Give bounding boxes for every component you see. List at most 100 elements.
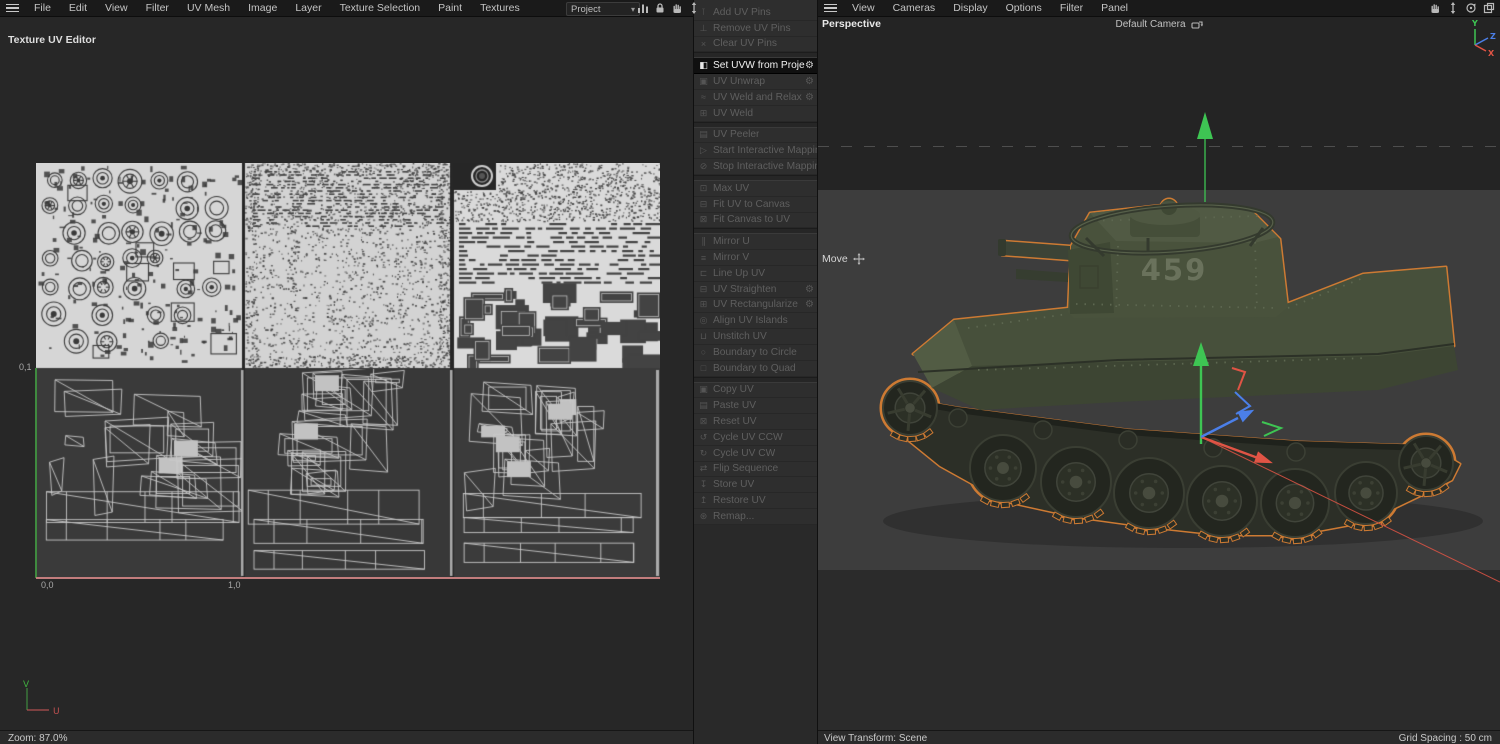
perspective-viewport[interactable]: 459 — [818, 16, 1500, 730]
command-fit-canvas-to-uv[interactable]: ⊠Fit Canvas to UV — [694, 213, 817, 229]
command-copy-uv[interactable]: ▣Copy UV — [694, 383, 817, 399]
menu-item-uv-mesh[interactable]: UV Mesh — [178, 0, 239, 16]
command-label: Clear UV Pins — [713, 38, 777, 49]
weld-icon: ⊞ — [697, 108, 710, 119]
command-max-uv[interactable]: ⊡Max UV — [694, 181, 817, 197]
command-fit-uv-to-canvas[interactable]: ⊟Fit UV to Canvas — [694, 197, 817, 213]
axis-z-label: Z — [1490, 32, 1496, 41]
dolly-icon[interactable] — [686, 1, 701, 14]
horizon-dashed-line — [818, 146, 1500, 147]
axis-y-label: Y — [1471, 19, 1478, 28]
menu-item-view[interactable]: View — [96, 0, 137, 16]
command-add-uv-pins[interactable]: ⊺Add UV Pins — [694, 5, 817, 21]
uv-u-axis-line — [36, 577, 660, 579]
menu-item-panel[interactable]: Panel — [1092, 0, 1137, 16]
command-uv-weld[interactable]: ⊞UV Weld — [694, 106, 817, 122]
command-label: Add UV Pins — [713, 7, 771, 18]
command-remove-uv-pins[interactable]: ⊥Remove UV Pins — [694, 21, 817, 37]
menu-item-layer[interactable]: Layer — [286, 0, 330, 16]
menu-item-options[interactable]: Options — [997, 0, 1051, 16]
command-flip-sequence[interactable]: ⇄Flip Sequence — [694, 462, 817, 478]
copy-icon: ▣ — [697, 384, 710, 395]
camera-swap-icon[interactable] — [1190, 18, 1205, 31]
command-uv-peeler[interactable]: ▤UV Peeler — [694, 128, 817, 144]
command-start-interactive-mapping[interactable]: ▷Start Interactive Mapping — [694, 143, 817, 159]
bodypaint-uv-edit-layout: FileEditViewFilterUV MeshImageLayerTextu… — [0, 0, 1500, 744]
uv-v-axis-line — [35, 368, 37, 578]
command-label: UV Rectangularize — [713, 299, 798, 310]
command-label: Remap... — [713, 511, 754, 522]
menu-item-display[interactable]: Display — [944, 0, 996, 16]
command-uv-unwrap[interactable]: ▣UV Unwrap⚙ — [694, 74, 817, 90]
command-label: Max UV — [713, 183, 749, 194]
peeler-icon: ▤ — [697, 129, 710, 140]
command-line-up-uv[interactable]: ⊏Line Up UV — [694, 266, 817, 282]
ground-plane — [818, 190, 1500, 570]
pan-icon[interactable] — [1427, 2, 1442, 15]
command-remap[interactable]: ⊛Remap... — [694, 509, 817, 525]
lock-icon[interactable] — [652, 1, 667, 14]
command-cycle-uv-ccw[interactable]: ↺Cycle UV CCW — [694, 430, 817, 446]
orbit-icon[interactable] — [1463, 2, 1478, 15]
uv-texture-canvas[interactable] — [36, 163, 660, 578]
command-cycle-uv-cw[interactable]: ↻Cycle UV CW — [694, 446, 817, 462]
command-unstitch-uv[interactable]: ⊔Unstitch UV — [694, 329, 817, 345]
menu-item-paint[interactable]: Paint — [429, 0, 471, 16]
dolly-icon[interactable] — [1445, 2, 1460, 15]
command-label: Stop Interactive Mapping — [713, 161, 817, 172]
menu-item-edit[interactable]: Edit — [60, 0, 96, 16]
uv-axis-u-label: U — [53, 707, 60, 717]
gear-icon[interactable]: ⚙ — [805, 284, 814, 295]
command-boundary-to-quad[interactable]: □Boundary to Quad — [694, 361, 817, 377]
hamburger-icon[interactable] — [824, 4, 837, 13]
menu-item-filter[interactable]: Filter — [1051, 0, 1092, 16]
command-label: Remove UV Pins — [713, 23, 791, 34]
orientation-axis-gizmo[interactable]: Y Z X — [1455, 16, 1500, 61]
command-label: Copy UV — [713, 384, 754, 395]
command-label: Paste UV — [713, 400, 756, 411]
menu-item-cameras[interactable]: Cameras — [884, 0, 945, 16]
gear-icon[interactable]: ⚙ — [805, 299, 814, 310]
move-icon — [852, 252, 867, 265]
command-uv-rectangularize[interactable]: ⊞UV Rectangularize⚙ — [694, 298, 817, 314]
command-label: UV Straighten — [713, 284, 776, 295]
command-uv-weld-and-relax[interactable]: ≈UV Weld and Relax⚙ — [694, 90, 817, 106]
histogram-icon[interactable] — [635, 1, 650, 14]
command-clear-uv-pins[interactable]: ×Clear UV Pins — [694, 37, 817, 53]
command-uv-straighten[interactable]: ⊟UV Straighten ⚙ — [694, 282, 817, 298]
cycle-ccw-icon: ↺ — [697, 432, 710, 443]
command-mirror-u[interactable]: ∥Mirror U — [694, 234, 817, 250]
camera-label[interactable]: Default Camera — [1060, 18, 1260, 31]
menu-item-textures[interactable]: Textures — [471, 0, 529, 16]
project-dropdown[interactable]: Project ▾ — [566, 2, 640, 16]
command-label: Set UVW from Projection — [713, 60, 805, 71]
menu-item-texture-selection[interactable]: Texture Selection — [331, 0, 430, 16]
weld-relax-icon: ≈ — [697, 92, 710, 102]
menu-item-file[interactable]: File — [25, 0, 60, 16]
command-reset-uv[interactable]: ⊠Reset UV — [694, 414, 817, 430]
command-label: Start Interactive Mapping — [713, 145, 817, 156]
menu-item-view[interactable]: View — [843, 0, 884, 16]
command-mirror-v[interactable]: ≡Mirror V — [694, 250, 817, 266]
command-store-uv[interactable]: ↧Store UV — [694, 477, 817, 493]
uv-editor-title: Texture UV Editor — [8, 34, 96, 46]
straighten-icon: ⊟ — [697, 284, 710, 295]
gear-icon[interactable]: ⚙ — [805, 60, 814, 71]
uv-editor-toolbar-icons — [635, 1, 701, 14]
command-set-uvw-from-projection[interactable]: ◧Set UVW from Projection⚙ — [694, 58, 817, 74]
command-label: Mirror V — [713, 252, 749, 263]
gear-icon[interactable]: ⚙ — [805, 92, 814, 103]
command-stop-interactive-mapping[interactable]: ⊘Stop Interactive Mapping — [694, 159, 817, 175]
gear-icon[interactable]: ⚙ — [805, 76, 814, 87]
hamburger-icon[interactable] — [6, 4, 19, 13]
command-paste-uv[interactable]: ▤Paste UV — [694, 398, 817, 414]
maximize-icon[interactable] — [1481, 2, 1496, 15]
pan-icon[interactable] — [669, 1, 684, 14]
perspective-statusbar: View Transform: Scene Grid Spacing : 50 … — [818, 730, 1500, 744]
command-restore-uv[interactable]: ↥Restore UV — [694, 493, 817, 509]
command-label: UV Weld — [713, 108, 753, 119]
menu-item-image[interactable]: Image — [239, 0, 286, 16]
command-boundary-to-circle[interactable]: ○Boundary to Circle — [694, 345, 817, 361]
command-align-uv-islands[interactable]: ◎Align UV Islands — [694, 313, 817, 329]
menu-item-filter[interactable]: Filter — [137, 0, 178, 16]
